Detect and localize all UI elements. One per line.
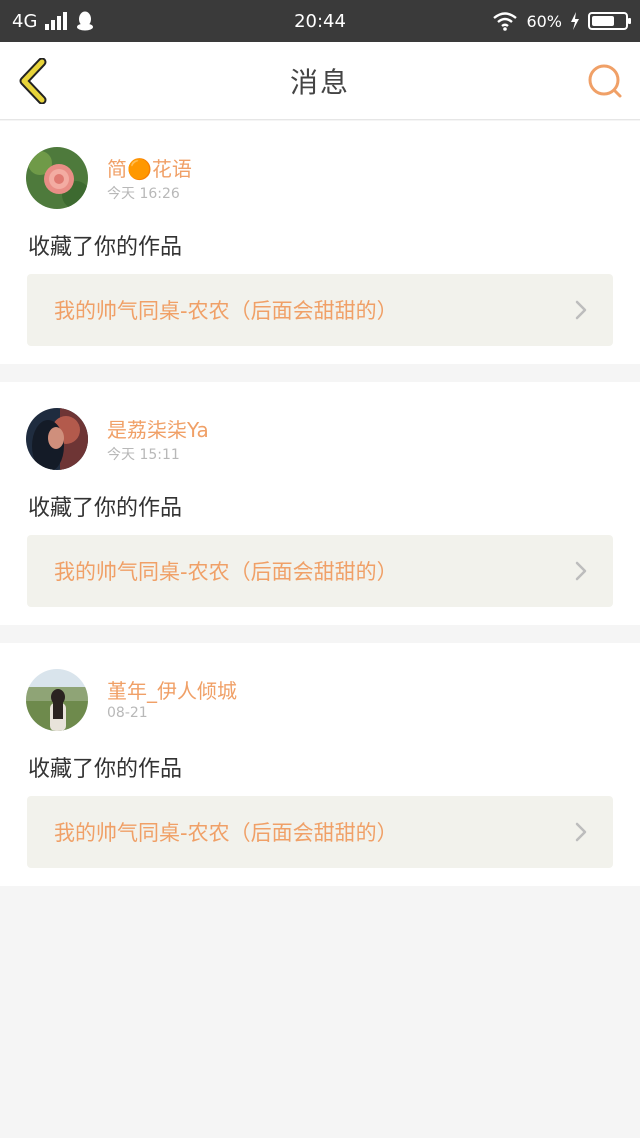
avatar[interactable] bbox=[26, 408, 88, 470]
work-title: 我的帅气同桌-农农（后面会甜甜的） bbox=[54, 560, 398, 584]
message-list: 简🟠花语 今天 16:26 收藏了你的作品 我的帅气同桌-农农（后面会甜甜的） … bbox=[0, 121, 640, 904]
work-title: 我的帅气同桌-农农（后面会甜甜的） bbox=[54, 821, 398, 845]
page-title: 消息 bbox=[289, 65, 350, 99]
message-card: 堇年_伊人倾城 08-21 收藏了你的作品 我的帅气同桌-农农（后面会甜甜的） bbox=[0, 643, 640, 886]
status-right: 60% bbox=[492, 11, 631, 31]
message-time: 08-21 bbox=[107, 705, 148, 721]
search-icon[interactable] bbox=[586, 62, 624, 100]
status-left: 4G bbox=[12, 10, 95, 32]
avatar[interactable] bbox=[26, 147, 88, 209]
chevron-right-icon bbox=[575, 300, 587, 320]
network-type: 4G bbox=[12, 10, 38, 32]
signal-icon bbox=[45, 12, 68, 30]
back-icon[interactable] bbox=[16, 58, 52, 104]
action-text: 收藏了你的作品 bbox=[28, 235, 183, 260]
work-link[interactable]: 我的帅气同桌-农农（后面会甜甜的） bbox=[27, 274, 613, 346]
charging-icon bbox=[571, 12, 579, 30]
avatar[interactable] bbox=[26, 669, 88, 731]
username[interactable]: 简🟠花语 bbox=[107, 153, 192, 182]
message-card: 是荔柒柒Ya 今天 15:11 收藏了你的作品 我的帅气同桌-农农（后面会甜甜的… bbox=[0, 382, 640, 625]
work-link[interactable]: 我的帅气同桌-农农（后面会甜甜的） bbox=[27, 796, 613, 868]
message-time: 今天 15:11 bbox=[107, 447, 180, 463]
message-card: 简🟠花语 今天 16:26 收藏了你的作品 我的帅气同桌-农农（后面会甜甜的） bbox=[0, 121, 640, 364]
qq-icon bbox=[77, 11, 94, 31]
chevron-right-icon bbox=[575, 822, 587, 842]
action-text: 收藏了你的作品 bbox=[28, 757, 183, 782]
status-bar: 4G 20:44 60% bbox=[0, 0, 640, 42]
battery-percent: 60% bbox=[526, 11, 562, 31]
message-time: 今天 16:26 bbox=[107, 186, 180, 202]
action-text: 收藏了你的作品 bbox=[28, 496, 183, 521]
username[interactable]: 是荔柒柒Ya bbox=[107, 414, 209, 443]
battery-icon bbox=[588, 12, 631, 30]
nav-header: 消息 bbox=[0, 42, 640, 120]
username[interactable]: 堇年_伊人倾城 bbox=[107, 675, 237, 704]
work-link[interactable]: 我的帅气同桌-农农（后面会甜甜的） bbox=[27, 535, 613, 607]
wifi-icon bbox=[493, 12, 518, 31]
work-title: 我的帅气同桌-农农（后面会甜甜的） bbox=[54, 299, 398, 323]
chevron-right-icon bbox=[575, 561, 587, 581]
